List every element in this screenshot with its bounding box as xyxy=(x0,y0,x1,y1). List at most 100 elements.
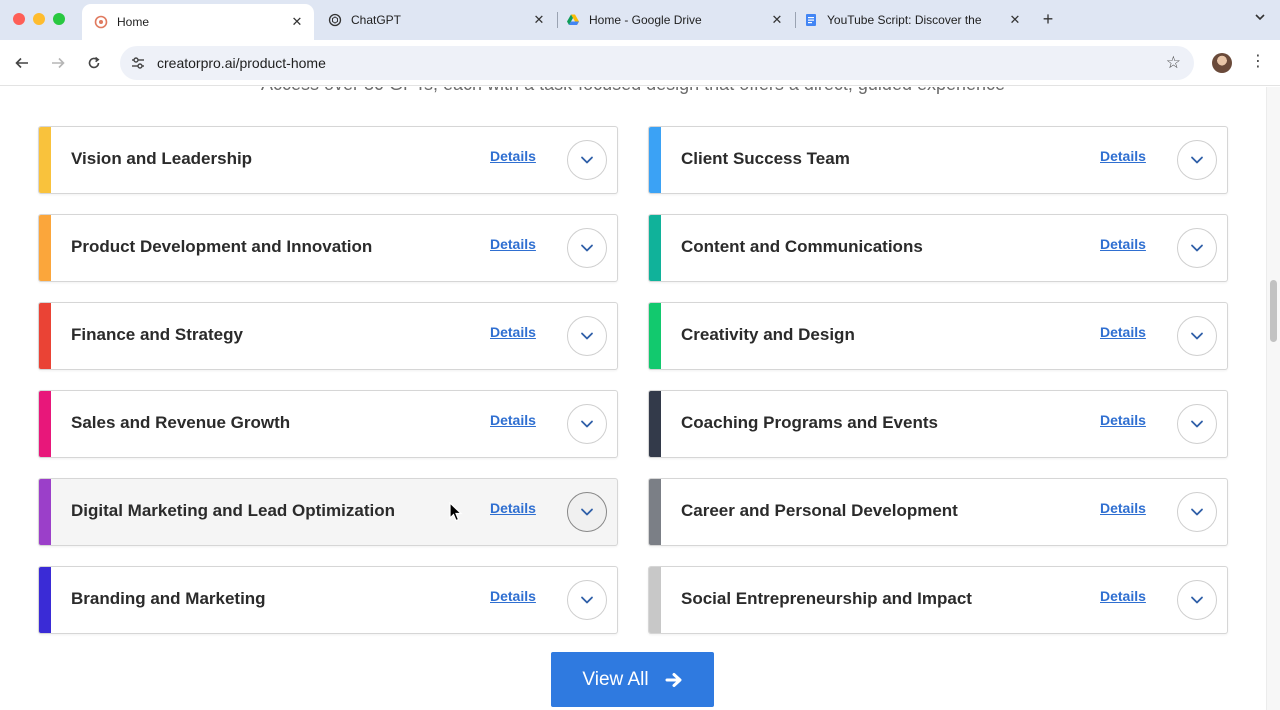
category-card[interactable]: Career and Personal Development Details xyxy=(648,478,1228,546)
reload-icon[interactable] xyxy=(82,51,106,75)
category-color-bar xyxy=(649,567,661,633)
close-window-button[interactable] xyxy=(13,13,25,25)
close-icon[interactable]: ✕ xyxy=(286,14,308,30)
details-link[interactable]: Details xyxy=(490,148,536,164)
view-all-label: View All xyxy=(582,668,649,690)
category-card[interactable]: Coaching Programs and Events Details xyxy=(648,390,1228,458)
category-card[interactable]: Social Entrepreneurship and Impact Detail… xyxy=(648,566,1228,634)
chevron-down-icon xyxy=(581,508,593,516)
browser-tab-strip: Home ✕ ChatGPT ✕ Home - Google Drive ✕ Y… xyxy=(0,0,1280,40)
tab-label: Home xyxy=(117,15,150,29)
expand-button[interactable] xyxy=(1177,580,1217,620)
category-title: Social Entrepreneurship and Impact xyxy=(681,589,972,608)
category-color-bar xyxy=(649,391,661,457)
profile-avatar[interactable] xyxy=(1212,53,1232,73)
details-link[interactable]: Details xyxy=(490,412,536,428)
google-drive-icon xyxy=(566,13,580,27)
view-all-button[interactable]: View All xyxy=(551,652,714,707)
tab-youtube-script[interactable]: YouTube Script: Discover the ✕ xyxy=(792,5,1032,35)
chevron-down-icon xyxy=(1191,420,1203,428)
address-bar[interactable]: creatorpro.ai/product-home ☆ xyxy=(120,46,1194,80)
chevron-down-icon xyxy=(1191,508,1203,516)
chevron-down-icon xyxy=(1191,596,1203,604)
category-card[interactable]: Product Development and Innovation Detail… xyxy=(38,214,618,282)
chevron-down-icon[interactable] xyxy=(1250,9,1270,29)
expand-button[interactable] xyxy=(1177,404,1217,444)
details-link[interactable]: Details xyxy=(490,324,536,340)
details-link[interactable]: Details xyxy=(490,236,536,252)
category-card[interactable]: Branding and Marketing Details xyxy=(38,566,618,634)
minimize-window-button[interactable] xyxy=(33,13,45,25)
details-link[interactable]: Details xyxy=(1100,148,1146,164)
category-color-bar xyxy=(39,479,51,545)
category-color-bar xyxy=(39,391,51,457)
category-title: Digital Marketing and Lead Optimization xyxy=(71,501,395,520)
browser-toolbar: creatorpro.ai/product-home ☆ xyxy=(0,40,1280,86)
tab-chatgpt[interactable]: ChatGPT ✕ xyxy=(316,5,556,35)
chatgpt-icon xyxy=(328,13,342,27)
category-card[interactable]: Creativity and Design Details xyxy=(648,302,1228,370)
close-icon[interactable]: ✕ xyxy=(1004,12,1026,28)
expand-button[interactable] xyxy=(1177,228,1217,268)
details-link[interactable]: Details xyxy=(1100,412,1146,428)
category-color-bar xyxy=(39,567,51,633)
expand-button[interactable] xyxy=(567,140,607,180)
category-card[interactable]: Content and Communications Details xyxy=(648,214,1228,282)
scrollbar-thumb[interactable] xyxy=(1270,280,1277,342)
details-link[interactable]: Details xyxy=(1100,324,1146,340)
expand-button[interactable] xyxy=(1177,492,1217,532)
category-color-bar xyxy=(649,127,661,193)
category-title: Vision and Leadership xyxy=(71,149,253,168)
mouse-cursor-icon xyxy=(449,502,463,522)
tab-label: YouTube Script: Discover the xyxy=(827,13,982,27)
arrow-right-icon xyxy=(665,672,682,687)
expand-button[interactable] xyxy=(1177,140,1217,180)
category-card[interactable]: Vision and Leadership Details xyxy=(38,126,618,194)
details-link[interactable]: Details xyxy=(490,588,536,604)
category-title: Finance and Strategy xyxy=(71,325,243,344)
category-card[interactable]: Finance and Strategy Details xyxy=(38,302,618,370)
category-title: Coaching Programs and Events xyxy=(681,413,938,432)
forward-arrow-icon[interactable] xyxy=(46,51,70,75)
category-color-bar xyxy=(39,127,51,193)
category-title: Product Development and Innovation xyxy=(71,237,373,256)
back-arrow-icon[interactable] xyxy=(10,51,34,75)
tab-home[interactable]: Home ✕ xyxy=(82,4,314,40)
expand-button[interactable] xyxy=(567,492,607,532)
chevron-down-icon xyxy=(581,332,593,340)
details-link[interactable]: Details xyxy=(1100,588,1146,604)
expand-button[interactable] xyxy=(567,316,607,356)
expand-button[interactable] xyxy=(567,580,607,620)
tab-google-drive[interactable]: Home - Google Drive ✕ xyxy=(554,5,794,35)
category-color-bar xyxy=(39,215,51,281)
chevron-down-icon xyxy=(581,244,593,252)
category-title: Branding and Marketing xyxy=(71,589,266,608)
site-settings-icon[interactable] xyxy=(130,55,146,71)
more-menu-icon[interactable]: ⋮ xyxy=(1250,51,1266,75)
new-tab-icon[interactable]: + xyxy=(1038,9,1058,29)
chevron-down-icon xyxy=(1191,332,1203,340)
bookmark-star-icon[interactable]: ☆ xyxy=(1166,53,1181,73)
expand-button[interactable] xyxy=(567,228,607,268)
category-title: Creativity and Design xyxy=(681,325,855,344)
details-link[interactable]: Details xyxy=(1100,236,1146,252)
category-card[interactable]: Client Success Team Details xyxy=(648,126,1228,194)
details-link[interactable]: Details xyxy=(490,500,536,516)
page-scrollbar[interactable] xyxy=(1266,87,1280,710)
category-title: Career and Personal Development xyxy=(681,501,958,520)
category-title: Client Success Team xyxy=(681,149,850,168)
category-card[interactable]: Digital Marketing and Lead Optimization D… xyxy=(38,478,618,546)
chevron-down-icon xyxy=(1191,156,1203,164)
tab-label: Home - Google Drive xyxy=(589,13,702,27)
category-color-bar xyxy=(39,303,51,369)
category-card[interactable]: Sales and Revenue Growth Details xyxy=(38,390,618,458)
zoom-window-button[interactable] xyxy=(53,13,65,25)
chevron-down-icon xyxy=(581,420,593,428)
expand-button[interactable] xyxy=(567,404,607,444)
details-link[interactable]: Details xyxy=(1100,500,1146,516)
close-icon[interactable]: ✕ xyxy=(766,12,788,28)
close-icon[interactable]: ✕ xyxy=(528,12,550,28)
expand-button[interactable] xyxy=(1177,316,1217,356)
category-title: Sales and Revenue Growth xyxy=(71,413,291,432)
category-title: Content and Communications xyxy=(681,237,923,256)
